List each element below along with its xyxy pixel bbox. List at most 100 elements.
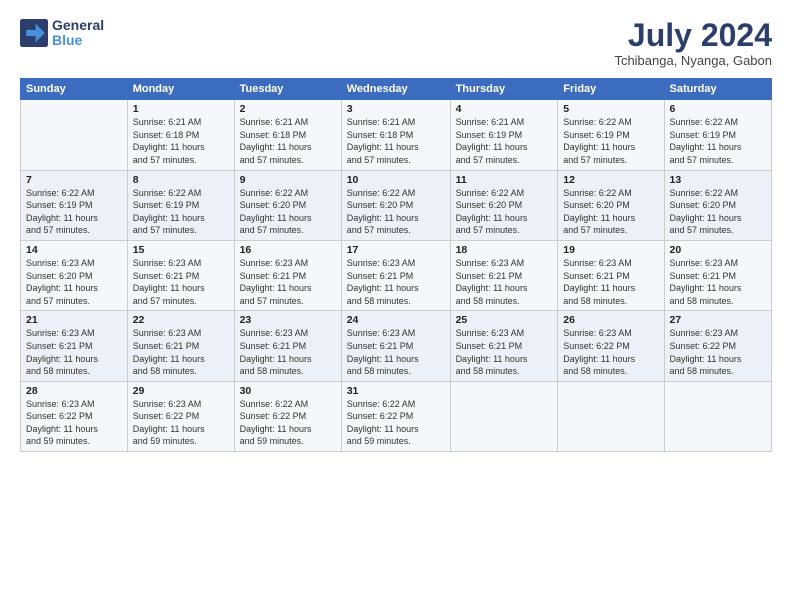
day-number: 26 — [563, 314, 658, 326]
day-info: Sunrise: 6:23 AM Sunset: 6:20 PM Dayligh… — [26, 257, 122, 307]
day-info: Sunrise: 6:23 AM Sunset: 6:21 PM Dayligh… — [347, 327, 445, 377]
calendar-cell: 4Sunrise: 6:21 AM Sunset: 6:19 PM Daylig… — [450, 100, 558, 170]
day-number: 21 — [26, 314, 122, 326]
day-number: 7 — [26, 174, 122, 186]
day-info: Sunrise: 6:23 AM Sunset: 6:21 PM Dayligh… — [26, 327, 122, 377]
month-title: July 2024 — [614, 18, 772, 53]
calendar-cell: 13Sunrise: 6:22 AM Sunset: 6:20 PM Dayli… — [664, 170, 772, 240]
calendar-cell: 6Sunrise: 6:22 AM Sunset: 6:19 PM Daylig… — [664, 100, 772, 170]
calendar-cell — [21, 100, 128, 170]
calendar-week-row: 28Sunrise: 6:23 AM Sunset: 6:22 PM Dayli… — [21, 381, 772, 451]
header-cell-thursday: Thursday — [450, 79, 558, 100]
header-cell-saturday: Saturday — [664, 79, 772, 100]
calendar-cell: 1Sunrise: 6:21 AM Sunset: 6:18 PM Daylig… — [127, 100, 234, 170]
calendar-cell: 8Sunrise: 6:22 AM Sunset: 6:19 PM Daylig… — [127, 170, 234, 240]
day-number: 6 — [670, 103, 767, 115]
day-info: Sunrise: 6:22 AM Sunset: 6:19 PM Dayligh… — [563, 116, 658, 166]
day-number: 22 — [133, 314, 229, 326]
day-number: 20 — [670, 244, 767, 256]
day-number: 8 — [133, 174, 229, 186]
title-block: July 2024 Tchibanga, Nyanga, Gabon — [614, 18, 772, 68]
day-number: 2 — [240, 103, 336, 115]
calendar-cell: 22Sunrise: 6:23 AM Sunset: 6:21 PM Dayli… — [127, 311, 234, 381]
day-info: Sunrise: 6:21 AM Sunset: 6:19 PM Dayligh… — [456, 116, 553, 166]
calendar-cell: 9Sunrise: 6:22 AM Sunset: 6:20 PM Daylig… — [234, 170, 341, 240]
day-number: 1 — [133, 103, 229, 115]
day-number: 19 — [563, 244, 658, 256]
logo-text: General Blue — [52, 18, 104, 49]
day-info: Sunrise: 6:21 AM Sunset: 6:18 PM Dayligh… — [347, 116, 445, 166]
calendar-week-row: 21Sunrise: 6:23 AM Sunset: 6:21 PM Dayli… — [21, 311, 772, 381]
header-cell-sunday: Sunday — [21, 79, 128, 100]
day-number: 24 — [347, 314, 445, 326]
calendar-cell: 28Sunrise: 6:23 AM Sunset: 6:22 PM Dayli… — [21, 381, 128, 451]
header-cell-friday: Friday — [558, 79, 664, 100]
header-cell-tuesday: Tuesday — [234, 79, 341, 100]
day-info: Sunrise: 6:23 AM Sunset: 6:21 PM Dayligh… — [240, 327, 336, 377]
calendar-cell — [664, 381, 772, 451]
day-number: 9 — [240, 174, 336, 186]
day-info: Sunrise: 6:22 AM Sunset: 6:20 PM Dayligh… — [240, 187, 336, 237]
day-info: Sunrise: 6:23 AM Sunset: 6:21 PM Dayligh… — [456, 257, 553, 307]
calendar-cell: 16Sunrise: 6:23 AM Sunset: 6:21 PM Dayli… — [234, 240, 341, 310]
header-cell-wednesday: Wednesday — [341, 79, 450, 100]
day-number: 11 — [456, 174, 553, 186]
calendar-cell: 2Sunrise: 6:21 AM Sunset: 6:18 PM Daylig… — [234, 100, 341, 170]
day-number: 27 — [670, 314, 767, 326]
day-number: 23 — [240, 314, 336, 326]
location-title: Tchibanga, Nyanga, Gabon — [614, 53, 772, 68]
day-number: 15 — [133, 244, 229, 256]
calendar-header-row: SundayMondayTuesdayWednesdayThursdayFrid… — [21, 79, 772, 100]
calendar-cell: 18Sunrise: 6:23 AM Sunset: 6:21 PM Dayli… — [450, 240, 558, 310]
day-info: Sunrise: 6:21 AM Sunset: 6:18 PM Dayligh… — [240, 116, 336, 166]
day-info: Sunrise: 6:22 AM Sunset: 6:20 PM Dayligh… — [456, 187, 553, 237]
calendar-cell — [558, 381, 664, 451]
day-number: 28 — [26, 385, 122, 397]
day-info: Sunrise: 6:23 AM Sunset: 6:21 PM Dayligh… — [456, 327, 553, 377]
calendar-cell: 20Sunrise: 6:23 AM Sunset: 6:21 PM Dayli… — [664, 240, 772, 310]
day-info: Sunrise: 6:22 AM Sunset: 6:22 PM Dayligh… — [347, 398, 445, 448]
day-number: 14 — [26, 244, 122, 256]
logo: General Blue — [20, 18, 104, 49]
calendar-cell: 30Sunrise: 6:22 AM Sunset: 6:22 PM Dayli… — [234, 381, 341, 451]
calendar-body: 1 Sunrise: 6:21 AM Sunset: 6:18 PM Daylig… — [21, 100, 772, 452]
calendar-week-row: 7Sunrise: 6:22 AM Sunset: 6:19 PM Daylig… — [21, 170, 772, 240]
calendar-cell: 7Sunrise: 6:22 AM Sunset: 6:19 PM Daylig… — [21, 170, 128, 240]
day-info: Sunrise: 6:22 AM Sunset: 6:19 PM Dayligh… — [26, 187, 122, 237]
calendar-cell: 3Sunrise: 6:21 AM Sunset: 6:18 PM Daylig… — [341, 100, 450, 170]
day-number: 31 — [347, 385, 445, 397]
header-cell-monday: Monday — [127, 79, 234, 100]
calendar-cell: 21Sunrise: 6:23 AM Sunset: 6:21 PM Dayli… — [21, 311, 128, 381]
day-info: Sunrise: 6:23 AM Sunset: 6:22 PM Dayligh… — [26, 398, 122, 448]
calendar-cell: 14Sunrise: 6:23 AM Sunset: 6:20 PM Dayli… — [21, 240, 128, 310]
calendar-cell: 29Sunrise: 6:23 AM Sunset: 6:22 PM Dayli… — [127, 381, 234, 451]
calendar-cell: 15Sunrise: 6:23 AM Sunset: 6:21 PM Dayli… — [127, 240, 234, 310]
header: General Blue July 2024 Tchibanga, Nyanga… — [20, 18, 772, 68]
day-info: Sunrise: 6:22 AM Sunset: 6:20 PM Dayligh… — [347, 187, 445, 237]
calendar-table: SundayMondayTuesdayWednesdayThursdayFrid… — [20, 78, 772, 452]
day-number: 25 — [456, 314, 553, 326]
calendar-cell: 11Sunrise: 6:22 AM Sunset: 6:20 PM Dayli… — [450, 170, 558, 240]
calendar-cell: 31Sunrise: 6:22 AM Sunset: 6:22 PM Dayli… — [341, 381, 450, 451]
day-info: Sunrise: 6:23 AM Sunset: 6:21 PM Dayligh… — [133, 257, 229, 307]
day-info: Sunrise: 6:23 AM Sunset: 6:22 PM Dayligh… — [133, 398, 229, 448]
day-info: Sunrise: 6:22 AM Sunset: 6:19 PM Dayligh… — [670, 116, 767, 166]
calendar-cell: 17Sunrise: 6:23 AM Sunset: 6:21 PM Dayli… — [341, 240, 450, 310]
day-number: 16 — [240, 244, 336, 256]
day-number: 13 — [670, 174, 767, 186]
calendar-cell — [450, 381, 558, 451]
calendar-cell: 12Sunrise: 6:22 AM Sunset: 6:20 PM Dayli… — [558, 170, 664, 240]
calendar-cell: 23Sunrise: 6:23 AM Sunset: 6:21 PM Dayli… — [234, 311, 341, 381]
calendar-cell: 27Sunrise: 6:23 AM Sunset: 6:22 PM Dayli… — [664, 311, 772, 381]
day-info: Sunrise: 6:22 AM Sunset: 6:22 PM Dayligh… — [240, 398, 336, 448]
calendar-week-row: 14Sunrise: 6:23 AM Sunset: 6:20 PM Dayli… — [21, 240, 772, 310]
day-info: Sunrise: 6:23 AM Sunset: 6:21 PM Dayligh… — [670, 257, 767, 307]
day-number: 30 — [240, 385, 336, 397]
day-info: Sunrise: 6:23 AM Sunset: 6:21 PM Dayligh… — [563, 257, 658, 307]
day-info: Sunrise: 6:23 AM Sunset: 6:22 PM Dayligh… — [670, 327, 767, 377]
calendar-cell: 5Sunrise: 6:22 AM Sunset: 6:19 PM Daylig… — [558, 100, 664, 170]
day-number: 4 — [456, 103, 553, 115]
calendar-cell: 10Sunrise: 6:22 AM Sunset: 6:20 PM Dayli… — [341, 170, 450, 240]
calendar-week-row: 1 Sunrise: 6:21 AM Sunset: 6:18 PM Daylig… — [21, 100, 772, 170]
day-info: Sunrise: 6:23 AM Sunset: 6:21 PM Dayligh… — [240, 257, 336, 307]
